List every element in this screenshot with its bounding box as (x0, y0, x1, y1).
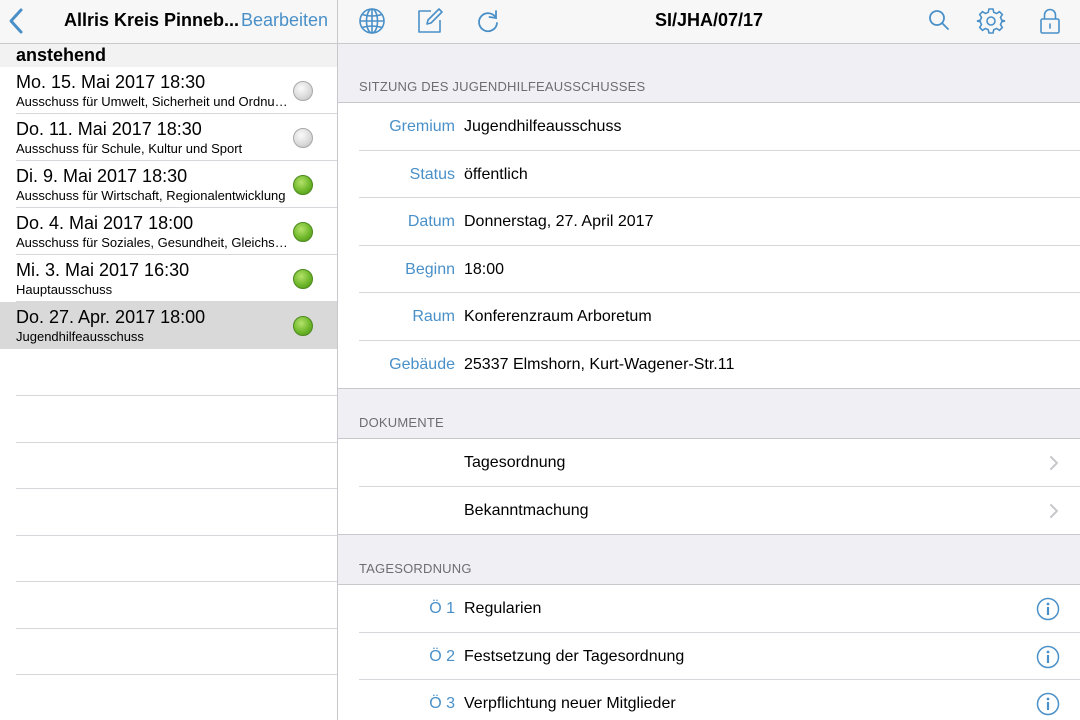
detail-label: Raum (412, 308, 455, 325)
gear-icon[interactable] (976, 6, 1006, 36)
agenda-section-header: TAGESORDNUNG (359, 561, 472, 576)
edit-button[interactable]: Bearbeiten (241, 10, 328, 31)
detail-value: 25337 Elmshorn, Kurt-Wagener-Str.11 (464, 355, 735, 373)
status-indicator-icon (293, 269, 313, 289)
meeting-committee-name: Hauptausschuss (16, 282, 113, 297)
back-chevron-icon[interactable] (6, 7, 28, 35)
empty-row-separator (16, 441, 337, 443)
meeting-committee-name: Jugendhilfeausschuss (16, 329, 144, 344)
meeting-list: Mo. 15. Mai 2017 18:30 Ausschuss für Umwe… (0, 67, 337, 349)
agenda-item-row[interactable]: Ö 1 Regularien (338, 585, 1080, 633)
detail-row: Raum Konferenzraum Arboretum (338, 293, 1080, 341)
document-row[interactable]: Tagesordnung (338, 439, 1080, 487)
detail-row: Datum Donnerstag, 27. April 2017 (338, 198, 1080, 246)
meeting-date: Do. 27. Apr. 2017 18:00 (16, 307, 206, 327)
meeting-detail-pane: SI/JHA/07/17 SITZUNG DES JUGENDHILFEAUSS… (338, 0, 1080, 720)
detail-label: Datum (407, 213, 455, 230)
info-icon[interactable] (1036, 692, 1060, 716)
detail-label: Gremium (389, 118, 455, 135)
status-indicator-icon (293, 128, 313, 148)
detail-row: Beginn 18:00 (338, 246, 1080, 293)
detail-row: Gebäude 25337 Elmshorn, Kurt-Wagener-Str.… (338, 341, 1080, 389)
detail-row: Status öffentlich (338, 151, 1080, 198)
app-window: Allris Kreis Pinneb... Bearbeiten ansteh… (0, 0, 1080, 720)
detail-value: Jugendhilfeausschuss (464, 118, 622, 135)
left-navigation-bar: Allris Kreis Pinneb... Bearbeiten (0, 0, 337, 44)
document-title: Tagesordnung (464, 454, 566, 471)
empty-row-separator (16, 395, 337, 396)
meeting-committee-name: Ausschuss für Umwelt, Sicherheit und Ord… (16, 94, 288, 109)
meeting-list-item[interactable]: Do. 27. Apr. 2017 18:00 Jugendhilfeaussch… (0, 302, 337, 349)
meeting-code-title: SI/JHA/07/17 (654, 10, 764, 30)
agenda-item-title: Verpflichtung neuer Mitglieder (464, 695, 676, 712)
meeting-list-item[interactable]: Di. 9. Mai 2017 18:30 Ausschuss für Wirts… (0, 161, 337, 208)
details-group: Gremium Jugendhilfeausschuss Status öffentl… (338, 102, 1080, 389)
status-indicator-icon (293, 81, 313, 101)
agenda-item-number: Ö 1 (429, 600, 455, 617)
agenda-group: Ö 1 Regularien Ö 2 Festsetzung der Tagesord… (338, 584, 1080, 720)
empty-row-separator (16, 488, 337, 489)
meeting-date: Mo. 15. Mai 2017 18:30 (16, 72, 206, 92)
agenda-item-number: Ö 2 (429, 647, 455, 665)
document-row[interactable]: Bekanntmachung (338, 487, 1080, 535)
right-navigation-bar: SI/JHA/07/17 (338, 0, 1080, 44)
meeting-date: Mi. 3. Mai 2017 16:30 (16, 260, 190, 280)
meeting-date: Do. 11. Mai 2017 18:30 (16, 119, 202, 139)
details-section-header: SITZUNG DES JUGENDHILFEAUSSCHUSSES (359, 79, 646, 94)
section-header-upcoming: anstehend (0, 44, 337, 67)
status-indicator-icon (293, 175, 313, 195)
empty-row-separator (16, 674, 337, 675)
documents-section-header: DOKUMENTE (359, 415, 444, 430)
empty-row-separator (16, 627, 337, 629)
empty-row-separator (16, 581, 337, 582)
meeting-committee-name: Ausschuss für Soziales, Gesundheit, Glei… (16, 235, 288, 250)
info-icon[interactable] (1036, 597, 1060, 621)
agenda-item-row[interactable]: Ö 2 Festsetzung der Tagesordnung (338, 633, 1080, 680)
meeting-list-item[interactable]: Do. 4. Mai 2017 18:00 Ausschuss für Sozia… (0, 208, 337, 255)
left-nav-title: Allris Kreis Pinneb... (64, 10, 240, 30)
meeting-date: Do. 4. Mai 2017 18:00 (16, 213, 194, 233)
detail-row: Gremium Jugendhilfeausschuss (338, 103, 1080, 151)
search-icon[interactable] (924, 6, 954, 36)
meeting-list-item[interactable]: Do. 11. Mai 2017 18:30 Ausschuss für Schu… (0, 114, 337, 161)
meeting-committee-name: Ausschuss für Schule, Kultur und Sport (16, 141, 243, 156)
detail-value: Konferenzraum Arboretum (464, 308, 652, 325)
chevron-right-icon (1050, 503, 1058, 518)
meeting-committee-name: Ausschuss für Wirtschaft, Regionalentwic… (16, 188, 286, 203)
detail-label: Gebäude (389, 355, 455, 373)
info-icon[interactable] (1036, 645, 1060, 669)
meeting-date: Di. 9. Mai 2017 18:30 (16, 166, 188, 186)
documents-group: Tagesordnung Bekanntmachung (338, 438, 1080, 535)
agenda-item-title: Festsetzung der Tagesordnung (464, 647, 685, 665)
agenda-item-title: Regularien (464, 600, 542, 617)
status-indicator-icon (293, 222, 313, 242)
agenda-item-number: Ö 3 (429, 695, 455, 712)
detail-value: öffentlich (464, 165, 528, 183)
detail-label: Status (409, 165, 455, 183)
document-title: Bekanntmachung (464, 501, 589, 519)
meeting-list-item[interactable]: Mo. 15. Mai 2017 18:30 Ausschuss für Umwe… (0, 67, 337, 114)
detail-value: 18:00 (464, 260, 505, 278)
chevron-right-icon (1050, 456, 1058, 470)
status-indicator-icon (293, 316, 313, 336)
meeting-list-item[interactable]: Mi. 3. Mai 2017 16:30 Hauptausschuss (0, 255, 337, 302)
agenda-item-row[interactable]: Ö 3 Verpflichtung neuer Mitglieder (338, 680, 1080, 720)
detail-label: Beginn (405, 260, 455, 278)
lock-icon[interactable] (1035, 6, 1065, 36)
detail-value: Donnerstag, 27. April 2017 (464, 213, 654, 230)
meeting-list-pane: Allris Kreis Pinneb... Bearbeiten ansteh… (0, 0, 337, 720)
empty-row-separator (16, 534, 337, 536)
